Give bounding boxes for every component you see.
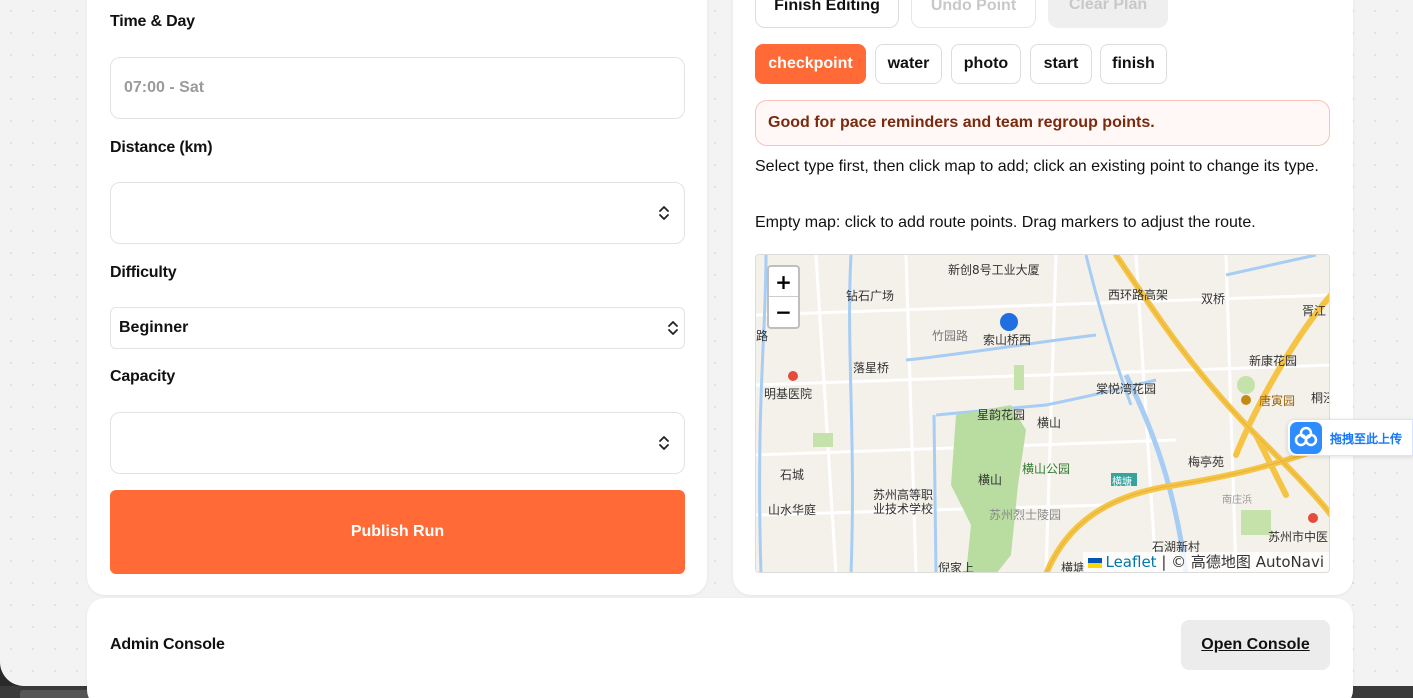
- empty-map-note: Empty map: click to add route points. Dr…: [755, 214, 1256, 231]
- map-label: 双桥: [1201, 292, 1226, 306]
- map-label: 横塘: [1112, 477, 1132, 488]
- point-type-hint: Good for pace reminders and team regroup…: [755, 100, 1330, 146]
- clear-plan-button[interactable]: Clear Plan: [1048, 0, 1168, 28]
- map-label: 落星桥: [853, 361, 890, 375]
- map-label: 横山: [1037, 416, 1062, 430]
- capacity-field[interactable]: [110, 412, 685, 474]
- map-label: 横塘: [1061, 561, 1086, 573]
- select-chevron-icon: [668, 321, 678, 335]
- map-label: 新康花园: [1249, 354, 1298, 368]
- zoom-in-button[interactable]: +: [769, 267, 798, 297]
- map-label: 苏州市中医: [1268, 530, 1329, 544]
- admin-console-title: Admin Console: [110, 636, 225, 653]
- map-label: 星韵花园: [977, 408, 1026, 422]
- map-label: 棠悦湾花园: [1096, 382, 1157, 396]
- admin-console-card: [87, 598, 1353, 698]
- time-day-label: Time & Day: [110, 13, 195, 30]
- map-label: 横山公园: [1022, 462, 1071, 476]
- map-label: 新创8号工业大厦: [948, 263, 1040, 277]
- point-type-finish[interactable]: finish: [1100, 44, 1167, 84]
- finish-editing-button[interactable]: Finish Editing: [755, 0, 899, 28]
- leaflet-link[interactable]: Leaflet: [1105, 553, 1156, 571]
- publish-run-button[interactable]: Publish Run: [110, 490, 685, 574]
- ukraine-flag-icon: [1088, 558, 1103, 568]
- number-stepper-icon[interactable]: [658, 204, 670, 222]
- difficulty-label: Difficulty: [110, 264, 177, 281]
- map-label: 横山: [978, 473, 1003, 487]
- map-label: 山水华庭: [768, 503, 817, 517]
- time-day-field[interactable]: 07:00 - Sat: [110, 57, 685, 119]
- map-zoom-control: + −: [767, 265, 800, 329]
- upload-label: 拖拽至此上传: [1330, 432, 1403, 446]
- map-label: 梅亭苑: [1188, 455, 1225, 469]
- number-stepper-icon[interactable]: [658, 434, 670, 452]
- distance-field[interactable]: [110, 182, 685, 244]
- map-label: 石城: [780, 468, 805, 482]
- cloud-upload-icon: [1290, 422, 1322, 454]
- map-label: 索山桥西: [983, 333, 1032, 347]
- zoom-out-button[interactable]: −: [769, 297, 798, 327]
- point-type-water[interactable]: water: [875, 44, 942, 84]
- open-console-button[interactable]: Open Console: [1181, 620, 1330, 670]
- undo-point-button[interactable]: Undo Point: [911, 0, 1036, 28]
- map-label: 桐泾: [1311, 391, 1329, 405]
- map-label: 唐寅园: [1259, 394, 1296, 408]
- map-attribution: Leaflet | © 高德地图 AutoNavi: [1083, 552, 1329, 572]
- capacity-label: Capacity: [110, 368, 176, 385]
- map-label: 钻石广场: [846, 289, 895, 303]
- map-label: 倪家上: [938, 561, 975, 573]
- difficulty-select[interactable]: Beginner: [110, 307, 685, 349]
- attribution-text: | © 高德地图 AutoNavi: [1161, 553, 1324, 571]
- route-map[interactable]: 新创8号工业大厦 钻石广场 西环路高架 双桥 胥江 竹园路 索山桥西 路 落星桥…: [755, 254, 1330, 573]
- drag-upload-widget[interactable]: 拖拽至此上传: [1287, 419, 1413, 456]
- map-label: 路: [756, 329, 769, 343]
- map-label: 竹园路: [932, 329, 969, 343]
- distance-label: Distance (km): [110, 139, 213, 156]
- map-label: 胥江: [1302, 304, 1327, 318]
- map-instruction: Select type first, then click map to add…: [755, 158, 1319, 175]
- map-label: 西环路高架: [1108, 288, 1169, 302]
- map-label: 南庄浜: [1222, 495, 1252, 506]
- time-day-placeholder: 07:00 - Sat: [124, 79, 205, 96]
- map-label: 明基医院: [764, 387, 813, 401]
- point-type-start[interactable]: start: [1030, 44, 1092, 84]
- point-type-photo[interactable]: photo: [951, 44, 1021, 84]
- difficulty-selected-value: Beginner: [119, 319, 189, 336]
- map-label: 业技术学校: [873, 502, 934, 516]
- point-type-checkpoint[interactable]: checkpoint: [755, 44, 866, 84]
- map-label: 苏州烈士陵园: [989, 508, 1062, 522]
